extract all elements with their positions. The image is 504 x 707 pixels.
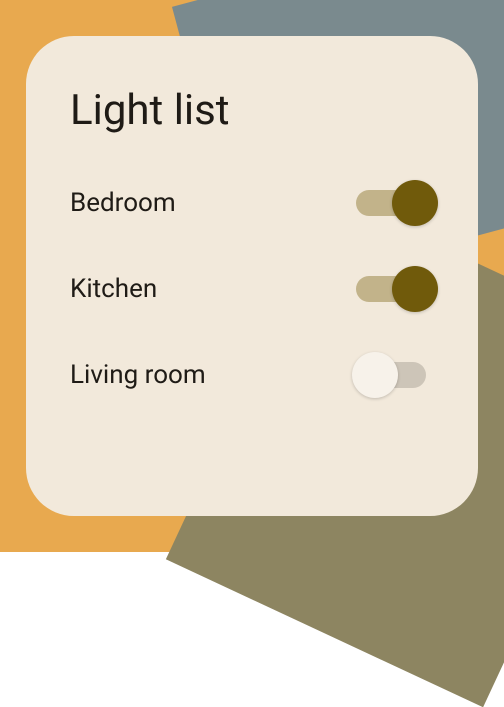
light-list-card: Light list Bedroom Kitchen Living room bbox=[26, 36, 478, 516]
light-label: Living room bbox=[70, 360, 206, 390]
toggle-bedroom[interactable] bbox=[356, 185, 434, 221]
light-label: Bedroom bbox=[70, 188, 176, 218]
light-row-kitchen: Kitchen bbox=[70, 271, 434, 307]
light-row-bedroom: Bedroom bbox=[70, 185, 434, 221]
toggle-thumb bbox=[392, 266, 438, 312]
toggle-thumb bbox=[392, 180, 438, 226]
toggle-kitchen[interactable] bbox=[356, 271, 434, 307]
toggle-thumb bbox=[352, 352, 398, 398]
light-row-living-room: Living room bbox=[70, 357, 434, 393]
toggle-living-room[interactable] bbox=[356, 357, 434, 393]
light-label: Kitchen bbox=[70, 274, 157, 304]
page-title: Light list bbox=[70, 86, 434, 135]
